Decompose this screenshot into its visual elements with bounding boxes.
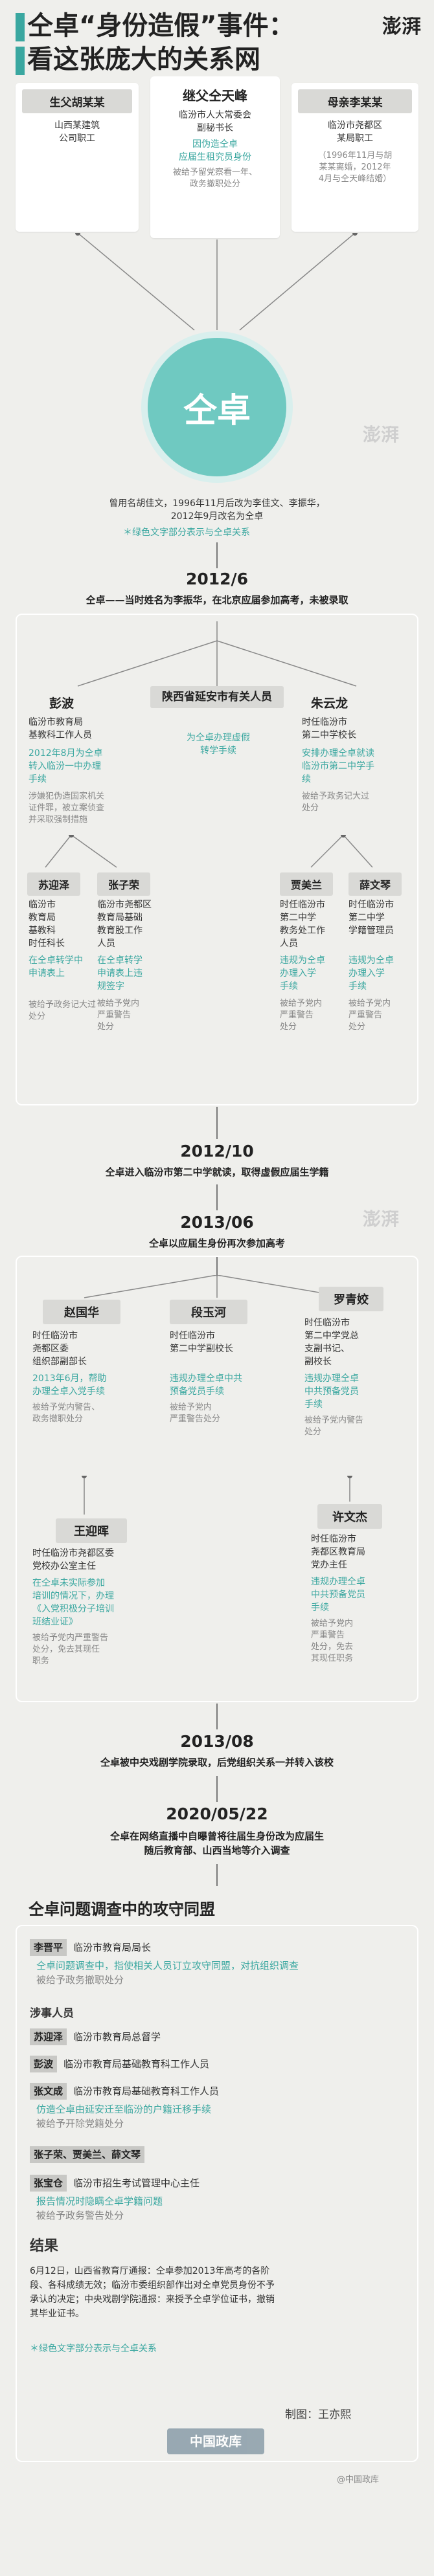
result-text: 6月12日，山西省教育厅通报：仝卓参加2013年高考的各阶 段、各科成绩无效；临汾… (30, 2266, 275, 2319)
event-2013-08: 仝卓被中央戏剧学院录取，后党组织关系一并转入该校 (100, 1757, 334, 1768)
alliance-item-li-jinping: 李晋平 临汾市教育局局长 仝卓问题调查中，指使相关人员订立攻守同盟，对抗组织调查 … (30, 1939, 393, 1987)
legend-note: ＊绿色文字部分表示与仝卓关系 (123, 527, 250, 538)
subordinate-connectors (45, 835, 373, 868)
date-2012-6: 2012/6 (185, 570, 249, 588)
person-name-wang-yinghui: 王迎晖 (56, 1518, 127, 1543)
timeline-line (216, 1776, 218, 1802)
panel-connector (216, 1257, 218, 1276)
panel-connectors (77, 621, 357, 687)
person-detail-zhu-yunlong: 时任临汾市 第二中学校长 安排办理仝卓就读 临汾市第二中学手续 被给予政务记大过 处分 (302, 717, 374, 813)
person-detail-luo-qingjiao: 时任临汾市 第二中学党总 支副书记、 副校长 违规办理仝卓 中共预备党员 手续 被给予党内… (304, 1318, 364, 1437)
timeline-line (216, 542, 218, 568)
title-line-1: 仝卓“身份造假”事件： (27, 11, 295, 41)
title-accent-bar (16, 13, 25, 41)
brand-logo: 澎湃 (382, 16, 421, 38)
event-2012-10: 仝卓进入临汾市第二中学就读，取得虚假应届生学籍 (105, 1166, 329, 1178)
person-name-peng-bo: 彭波 (49, 696, 74, 711)
person-name-yanan-officials: 陕西省延安市有关人员 (150, 686, 284, 708)
person-name-luo-qingjiao: 罗青姣 (319, 1287, 383, 1311)
family-label: 母亲李某某 (298, 89, 412, 113)
person-name-zhang-zirong: 张子荣 (97, 872, 150, 896)
person-detail-xue-wenqin: 时任临汾市 第二中学 学籍管理员 违规为仝卓 办理入学 手续 被给予党内 严重警告 处分 (348, 900, 394, 1032)
penalty-note: （1996年11月与胡 某某离婚，2012年 4月与仝天峰结婚） (317, 151, 393, 184)
alliance-item-zhang-wencheng: 张文成 临汾市教育局基础教育科工作人员 仿造仝卓由延安迁至临汾的户籍迁移手续 被给… (30, 2083, 393, 2131)
timeline-line (216, 1107, 218, 1139)
person-detail-yanan: 为仝卓办理虚假 转学手续 (187, 733, 250, 756)
person-detail-duan-yuhe: 时任临汾市 第二中学副校长 违规办理仝卓中共 预备党员手续 被给予党内 严重警告处分 (170, 1331, 242, 1424)
page-title: 仝卓“身份造假”事件： 看这张庞大的关系网 (16, 9, 295, 76)
event-2012-6: 仝卓——当时姓名为李振华，在北京应届参加高考，未被录取 (86, 594, 348, 606)
alliance-title: 仝卓问题调查中的攻守同盟 (29, 1900, 215, 1918)
person-name-zhu-yunlong: 朱云龙 (311, 696, 348, 711)
person-name-xu-wenjie: 许文杰 (317, 1504, 382, 1529)
alliance-involved-heading: 涉事人员 (30, 2007, 74, 2020)
title-accent-bar (16, 47, 25, 75)
date-2013-08: 2013/08 (180, 1732, 254, 1751)
person-name-zhao-guohua: 赵国华 (43, 1300, 120, 1324)
event-2020-05-22: 仝卓在网络直播中自曝曾将往届生身份改为应届生 随后教育部、山西当地等介入调查 (109, 1830, 324, 1856)
person-detail-wang-yinghui: 时任临汾市尧都区委 党校办公室主任 在仝卓未实际参加 培训的情况下，办理 《入党积极分… (32, 1548, 114, 1666)
alliance-item-peng-bo: 彭波 临汾市教育局基础教育科工作人员 (30, 2056, 393, 2072)
person-name-jia-meilan: 贾美兰 (280, 872, 333, 896)
person-name-su-yingze: 苏迎泽 (27, 872, 80, 896)
relation-note: 因伪造仝卓 应届生租究员身份 (179, 139, 251, 162)
person-detail-su-yingze: 临汾市 教育局 基教科 时任科长 在仝卓转学中 申请表上 被给予政务记大过 处分 (29, 900, 97, 1021)
person-detail-xu-wenjie: 时任临汾市 尧都区教育局 党办主任 违规办理仝卓 中共预备党员 手续 被给予党内 严重警告… (311, 1534, 365, 1663)
person-name-xue-wenqin: 薛文琴 (348, 872, 402, 896)
person-detail-jia-meilan: 时任临汾市 第二中学 教务处工作 人员 违规为仝卓 办理入学 手续 被给予党内 严重警告 处分 (280, 900, 325, 1032)
alliance-item-others: 张子荣、贾美兰、薛文琴 (30, 2146, 393, 2163)
penalty-note: 被给予留党察看一年、 政务撤职处分 (172, 168, 257, 189)
event-2013-06: 仝卓以应届生身份再次参加高考 (148, 1238, 285, 1249)
person-name-duan-yuhe: 段玉河 (170, 1300, 247, 1324)
family-detail: 山西某建筑 公司职工 (54, 120, 100, 144)
family-card-biological-father: 生父胡某某 山西某建筑 公司职工 (16, 83, 139, 232)
watermark-handle: @中国政库 (337, 2475, 380, 2485)
title-line-2: 看这张庞大的关系网 (27, 45, 260, 74)
family-card-mother: 母亲李某某 临汾市尧都区 某局职工 （1996年11月与胡 某某离婚，2012年 4月… (291, 83, 418, 232)
watermark-logo: 澎湃 (363, 1208, 400, 1230)
family-label: 继父仝天峰 (157, 82, 273, 108)
timeline-line (216, 1864, 218, 1886)
family-detail: 临汾市人大常委会 副秘书长 (179, 110, 251, 133)
center-person-circle: 仝卓 (141, 331, 293, 483)
family-label: 生父胡某某 (22, 89, 132, 113)
family-detail: 临汾市尧都区 某局职工 (328, 120, 382, 144)
timeline-line (216, 1704, 218, 1729)
result-title: 结果 (30, 2238, 59, 2254)
person-detail-zhang-zirong: 临汾市尧都区 教育局基础 教育股工作 人员 在仝卓转学 申请表上违 规签字 被给予党内 严重… (97, 900, 152, 1032)
timeline-line (216, 1184, 218, 1210)
family-connectors (75, 233, 358, 331)
family-card-stepfather: 继父仝天峰 临汾市人大常委会 副秘书长 因伪造仝卓 应届生租究员身份 被给予留党察看… (150, 76, 280, 238)
date-2020-05-22: 2020/05/22 (166, 1804, 268, 1823)
alliance-item-su-yingze: 苏迎泽 临汾市教育局总督学 (30, 2028, 393, 2045)
legend-note: ＊绿色文字部分表示与仝卓关系 (30, 2344, 157, 2354)
watermark-logo-badge: 中国政库 (167, 2428, 264, 2454)
watermark-logo: 澎湃 (363, 424, 400, 445)
alias-note: 曾用名胡佳文，1996年11月后改为李佳文、李振华， 2012年9月改名为仝卓 (109, 498, 325, 522)
person-detail-zhao-guohua: 时任临汾市 尧都区委 组织部副部长 2013年6月，帮助 办理仝卓入党手续 被给予党内… (32, 1331, 107, 1424)
alliance-item-zhang-baocang: 张宝仓 临汾市招生考试管理中心主任 报告情况时隐瞒仝卓学籍问题 被给予政务警告处分 (30, 2175, 393, 2223)
credit-line: 制图：王亦熙 (285, 2408, 351, 2421)
date-2012-10: 2012/10 (180, 1142, 254, 1160)
person-detail-peng-bo: 临汾市教育局 基教科工作人员 2012年8月为仝卓 转入临汾一中办理 手续 涉嫌犯伪造… (29, 717, 105, 825)
